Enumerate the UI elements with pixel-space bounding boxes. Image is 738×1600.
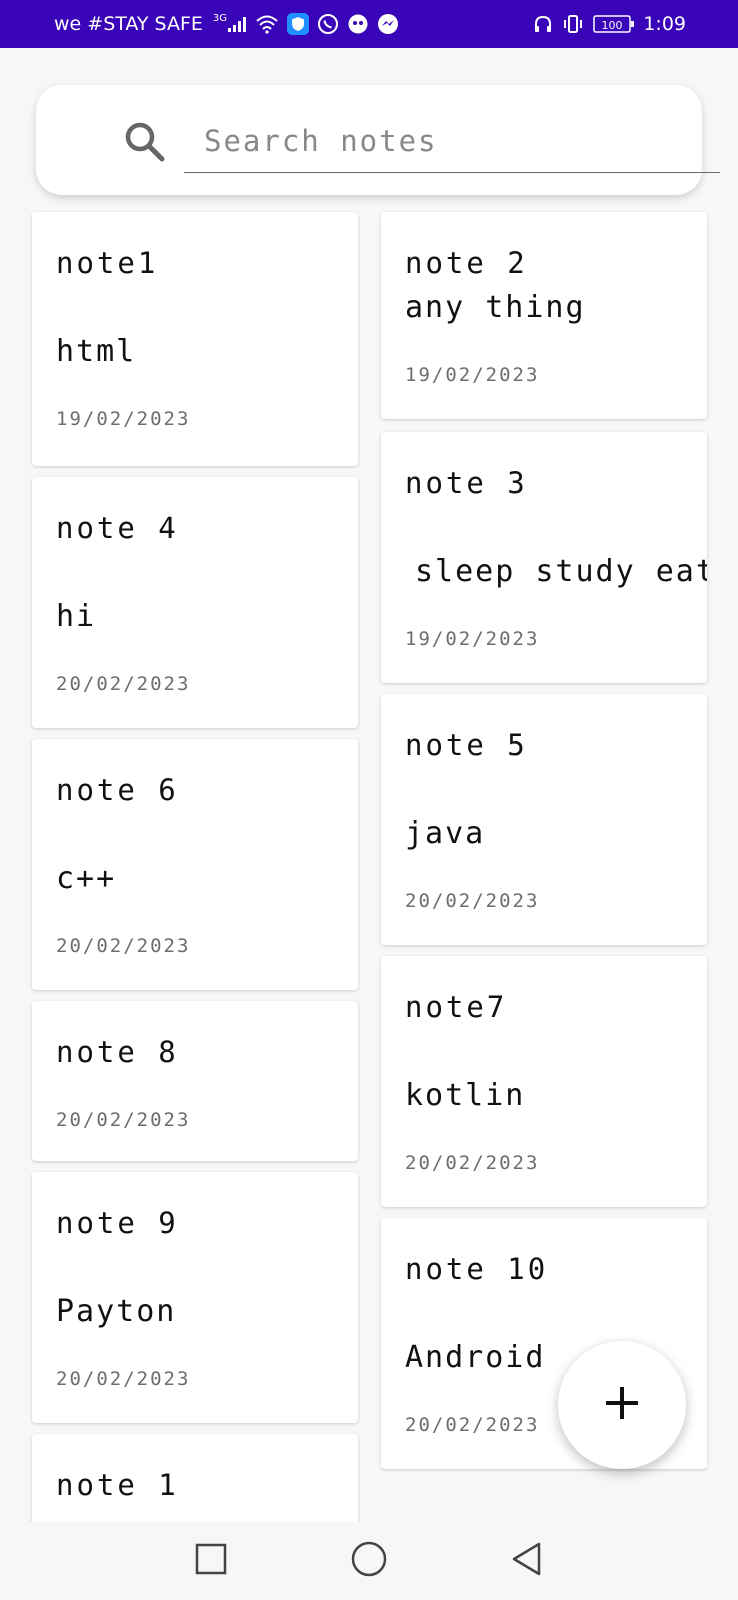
note-card[interactable]: note1 html 19/02/2023 <box>32 212 358 466</box>
note-title: note 3 <box>405 466 528 500</box>
note-date: 19/02/2023 <box>405 628 540 650</box>
note-card[interactable]: note 8 20/02/2023 <box>32 1001 358 1161</box>
note-body: Android <box>405 1340 546 1375</box>
note-title: note 9 <box>56 1206 179 1240</box>
note-card[interactable]: note 1 <box>32 1434 358 1522</box>
recents-button[interactable] <box>186 1536 236 1586</box>
search-input[interactable] <box>184 113 720 173</box>
note-card[interactable]: note 2 any thing 19/02/2023 <box>381 212 707 419</box>
note-card[interactable]: note 4 hi 20/02/2023 <box>32 477 358 728</box>
note-date: 20/02/2023 <box>56 673 191 695</box>
note-date: 20/02/2023 <box>405 890 540 912</box>
note-date: 19/02/2023 <box>56 408 191 430</box>
note-title: note 2 <box>405 246 528 280</box>
note-date: 20/02/2023 <box>405 1414 540 1436</box>
note-card[interactable]: note7 kotlin 20/02/2023 <box>381 956 707 1207</box>
note-date: 20/02/2023 <box>56 1368 191 1390</box>
note-title: note 4 <box>56 511 179 545</box>
note-body: c++ <box>56 861 117 896</box>
note-title: note 10 <box>405 1252 549 1286</box>
note-body: html <box>56 334 137 369</box>
navigation-bar <box>0 1522 738 1600</box>
add-note-button[interactable] <box>558 1341 686 1469</box>
note-body: hi <box>56 599 97 634</box>
note-title: note 8 <box>56 1035 179 1069</box>
note-body: any thing <box>405 290 586 325</box>
note-title: note 5 <box>405 728 528 762</box>
back-triangle-icon <box>509 1541 545 1581</box>
note-date: 20/02/2023 <box>56 1109 191 1131</box>
note-body: sleep study eat <box>415 554 707 589</box>
note-body: java <box>405 816 486 851</box>
home-circle-icon <box>350 1540 388 1582</box>
plus-icon <box>602 1383 642 1427</box>
note-title: note7 <box>405 990 508 1024</box>
recents-square-icon <box>194 1542 228 1580</box>
note-body: kotlin <box>405 1078 526 1113</box>
note-card[interactable]: note 6 c++ 20/02/2023 <box>32 739 358 990</box>
search-bar <box>36 85 720 195</box>
note-title: note 6 <box>56 773 179 807</box>
notes-grid: note1 html 19/02/2023 note 2 any thing 1… <box>0 0 738 1522</box>
note-card[interactable]: note 5 java 20/02/2023 <box>381 694 707 945</box>
note-body: Payton <box>56 1294 177 1329</box>
search-icon <box>122 119 168 169</box>
note-card[interactable]: note 9 Payton 20/02/2023 <box>32 1172 358 1423</box>
note-date: 19/02/2023 <box>405 364 540 386</box>
back-button[interactable] <box>502 1536 552 1586</box>
note-card[interactable]: note 3 sleep study eat 19/02/2023 <box>381 432 707 683</box>
home-button[interactable] <box>344 1536 394 1586</box>
note-title: note 1 <box>56 1468 179 1502</box>
note-date: 20/02/2023 <box>56 935 191 957</box>
note-title: note1 <box>56 246 159 280</box>
note-date: 20/02/2023 <box>405 1152 540 1174</box>
